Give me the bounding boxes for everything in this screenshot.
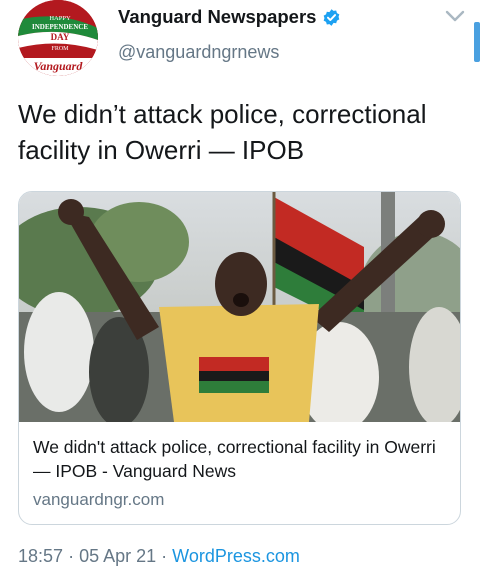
avatar-text-independence: INDEPENDENCE <box>32 23 88 31</box>
verified-badge-icon <box>322 8 341 27</box>
name-row: Vanguard Newspapers <box>118 6 341 28</box>
tweet-time[interactable]: 18:57 <box>18 546 63 566</box>
avatar-text-brand: Vanguard <box>34 59 84 73</box>
card-title[interactable]: We didn't attack police, correctional fa… <box>33 435 453 483</box>
chevron-down-icon[interactable] <box>444 8 466 24</box>
display-name[interactable]: Vanguard Newspapers <box>118 6 316 28</box>
avatar-text-happy: HAPPY <box>49 15 71 22</box>
handle[interactable]: @vanguardngrnews <box>118 42 279 63</box>
meta-separator: · <box>161 546 168 566</box>
tweet-source-link[interactable]: WordPress.com <box>172 546 300 566</box>
tweet-date[interactable]: 05 Apr 21 <box>79 546 156 566</box>
avatar-text-day: DAY <box>51 32 70 42</box>
tweet-meta: 18:57 · 05 Apr 21 · WordPress.com <box>18 546 300 567</box>
card-domain: vanguardngr.com <box>33 490 165 509</box>
avatar-text-from: FROM <box>51 46 69 52</box>
avatar[interactable]: HAPPY INDEPENDENCE DAY FROM Vanguard <box>18 0 98 76</box>
meta-separator: · <box>68 546 75 566</box>
scrollbar[interactable] <box>474 22 480 62</box>
tweet-text: We didn’t attack police, correctional fa… <box>18 99 427 165</box>
card-text: We didn't attack police, correctional fa… <box>33 435 453 510</box>
link-card[interactable]: We didn't attack police, correctional fa… <box>18 191 461 525</box>
tweet: HAPPY INDEPENDENCE DAY FROM Vanguard Van… <box>0 0 480 584</box>
card-image[interactable] <box>19 192 460 422</box>
